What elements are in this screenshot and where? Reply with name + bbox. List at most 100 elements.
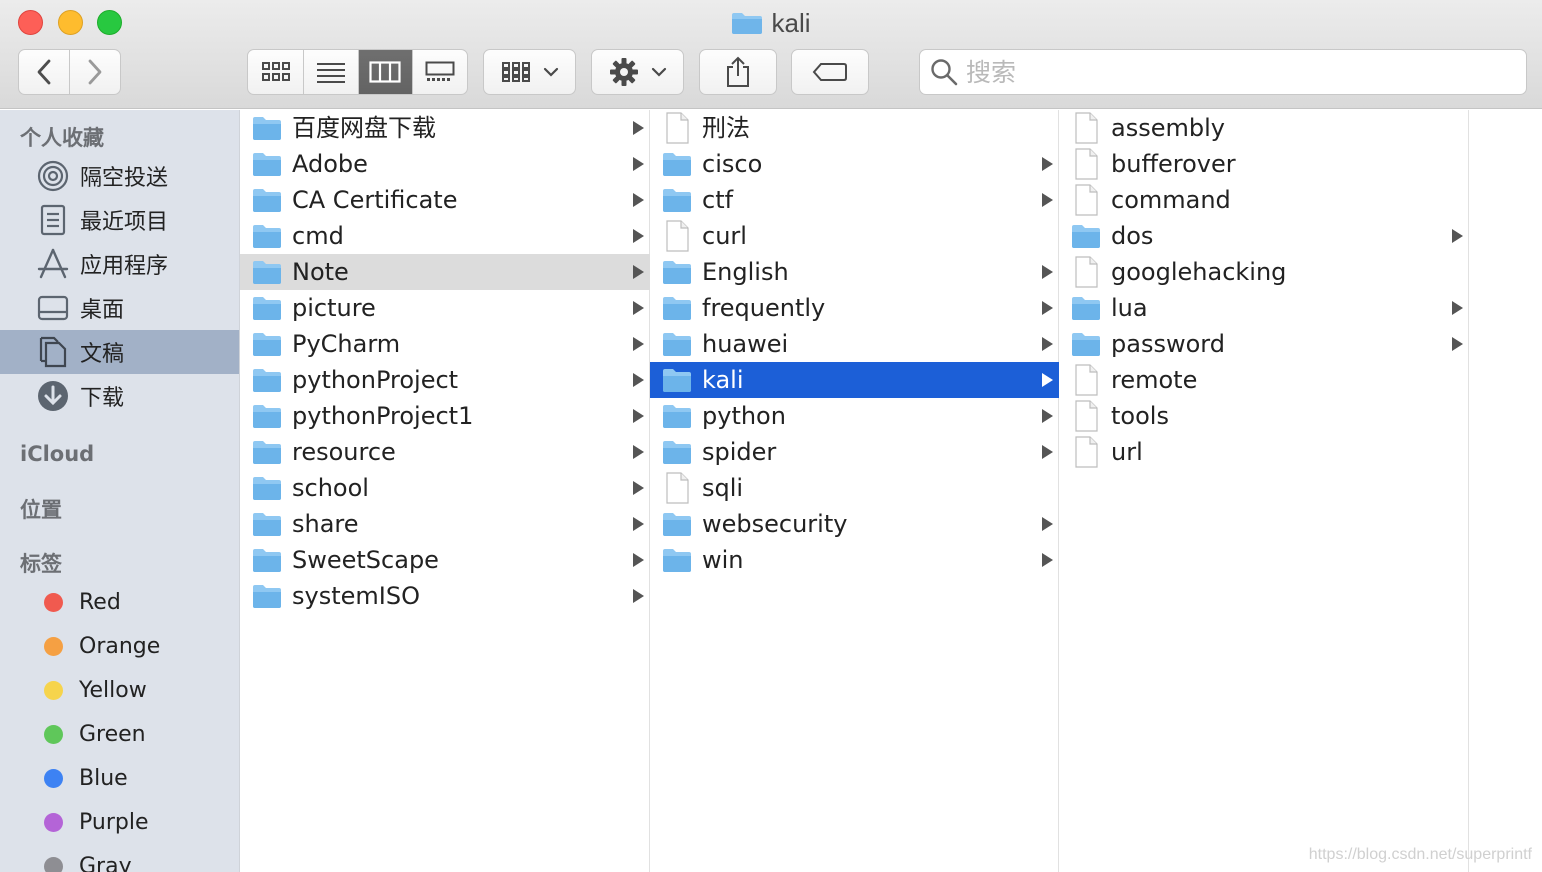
folder-row[interactable]: picture	[240, 290, 650, 326]
sidebar-item-airdrop[interactable]: 隔空投送	[0, 154, 239, 198]
folder-row[interactable]: PyCharm	[240, 326, 650, 362]
folder-row[interactable]: Note	[240, 254, 650, 290]
folder-row[interactable]: spider	[650, 434, 1059, 470]
folder-icon	[662, 186, 692, 214]
forward-button[interactable]	[70, 50, 121, 94]
window-title-text: kali	[771, 7, 811, 38]
tag-color-dot	[44, 636, 63, 656]
sidebar-item-recents[interactable]: 最近项目	[0, 198, 239, 242]
sidebar-tag-yellow[interactable]: Yellow	[0, 668, 239, 712]
group-by-button[interactable]	[483, 49, 576, 95]
folder-row[interactable]: kali	[650, 362, 1059, 398]
file-row[interactable]: sqli	[650, 470, 1059, 506]
item-name: sqli	[702, 474, 744, 502]
share-button[interactable]	[699, 49, 777, 95]
file-row[interactable]: remote	[1059, 362, 1469, 398]
tags-header[interactable]: 标签	[20, 548, 62, 578]
item-name: bufferover	[1111, 150, 1236, 178]
folder-row[interactable]: systemISO	[240, 578, 650, 614]
folder-row[interactable]: CA Certificate	[240, 182, 650, 218]
sidebar-tag-green[interactable]: Green	[0, 712, 239, 756]
sidebar-item-label: 应用程序	[80, 254, 169, 279]
folder-row[interactable]: lua	[1059, 290, 1469, 326]
folder-row[interactable]: cisco	[650, 146, 1059, 182]
share-icon	[727, 56, 749, 87]
file-row[interactable]: command	[1059, 182, 1469, 218]
sidebar-item-desktop[interactable]: 桌面	[0, 286, 239, 330]
folder-icon	[1071, 330, 1101, 358]
file-row[interactable]: url	[1059, 434, 1469, 470]
action-button[interactable]	[591, 49, 684, 95]
finder-window: kali 搜索 个人收藏 隔空投送 最近项目 应用程序 桌面 文稿 下载 iCl…	[0, 0, 1542, 872]
sidebar-item-applications[interactable]: 应用程序	[0, 242, 239, 286]
folder-row[interactable]: python	[650, 398, 1059, 434]
item-name: huawei	[702, 330, 789, 358]
disclosure-arrow-icon	[633, 589, 644, 603]
icon-view-button[interactable]	[248, 50, 305, 94]
item-name: googlehacking	[1111, 258, 1287, 286]
folder-row[interactable]: English	[650, 254, 1059, 290]
folder-row[interactable]: win	[650, 542, 1059, 578]
disclosure-arrow-icon	[1042, 445, 1053, 459]
tag-color-dot	[44, 856, 63, 872]
folder-icon	[662, 294, 692, 322]
file-row[interactable]: bufferover	[1059, 146, 1469, 182]
file-row[interactable]: assembly	[1059, 110, 1469, 146]
gallery-view-button[interactable]	[413, 50, 468, 94]
folder-row[interactable]: cmd	[240, 218, 650, 254]
folder-icon	[662, 438, 692, 466]
icloud-header[interactable]: iCloud	[20, 442, 94, 466]
tag-color-dot	[44, 592, 63, 612]
browser-column-empty	[1469, 110, 1542, 872]
folder-row[interactable]: pythonProject	[240, 362, 650, 398]
edit-tags-button[interactable]	[791, 49, 869, 95]
sidebar-tag-orange[interactable]: Orange	[0, 624, 239, 668]
list-icon	[317, 63, 346, 83]
sidebar-tag-gray[interactable]: Gray	[0, 844, 239, 872]
folder-row[interactable]: SweetScape	[240, 542, 650, 578]
folder-row[interactable]: school	[240, 470, 650, 506]
folder-row[interactable]: password	[1059, 326, 1469, 362]
disclosure-arrow-icon	[633, 301, 644, 315]
back-button[interactable]	[19, 50, 70, 94]
chevron-down-icon	[543, 67, 558, 77]
disclosure-arrow-icon	[633, 265, 644, 279]
downloads-icon	[36, 379, 70, 413]
sidebar-item-downloads[interactable]: 下载	[0, 374, 239, 418]
column-view-button[interactable]	[358, 50, 413, 94]
document-icon	[1071, 256, 1101, 288]
sidebar-tag-purple[interactable]: Purple	[0, 800, 239, 844]
file-row[interactable]: 刑法	[650, 110, 1059, 146]
search-field[interactable]	[919, 49, 1527, 95]
locations-header[interactable]: 位置	[20, 494, 62, 524]
folder-row[interactable]: pythonProject1	[240, 398, 650, 434]
item-name: assembly	[1111, 114, 1225, 142]
sidebar-item-documents[interactable]: 文稿	[0, 330, 239, 374]
file-row[interactable]: curl	[650, 218, 1059, 254]
folder-row[interactable]: share	[240, 506, 650, 542]
item-name: English	[702, 258, 789, 286]
folder-icon	[1071, 294, 1101, 322]
item-name: share	[292, 510, 359, 538]
folder-row[interactable]: 百度网盘下载	[240, 110, 650, 146]
chevron-down-icon	[651, 67, 666, 77]
folder-row[interactable]: websecurity	[650, 506, 1059, 542]
item-name: win	[702, 546, 744, 574]
file-row[interactable]: googlehacking	[1059, 254, 1469, 290]
folder-row[interactable]: Adobe	[240, 146, 650, 182]
sidebar-tag-blue[interactable]: Blue	[0, 756, 239, 800]
folder-icon	[252, 582, 282, 610]
sidebar-tag-red[interactable]: Red	[0, 580, 239, 624]
folder-row[interactable]: dos	[1059, 218, 1469, 254]
file-row[interactable]: tools	[1059, 398, 1469, 434]
item-name: picture	[292, 294, 376, 322]
folder-icon	[732, 13, 763, 34]
list-view-button[interactable]	[304, 50, 359, 94]
folder-icon	[252, 330, 282, 358]
folder-row[interactable]: ctf	[650, 182, 1059, 218]
search-input[interactable]	[966, 57, 1486, 87]
folder-row[interactable]: frequently	[650, 290, 1059, 326]
folder-row[interactable]: huawei	[650, 326, 1059, 362]
folder-icon	[662, 150, 692, 178]
folder-row[interactable]: resource	[240, 434, 650, 470]
